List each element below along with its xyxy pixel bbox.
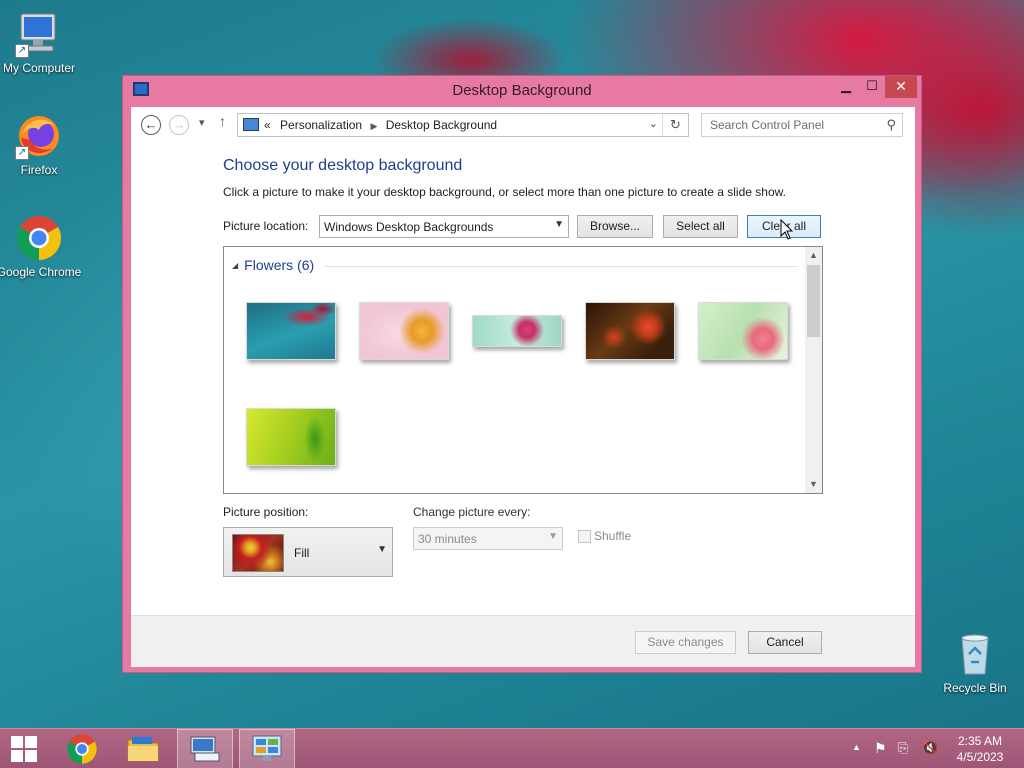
scroll-up-icon[interactable]: ▲	[805, 247, 822, 264]
group-label: Flowers (6)	[244, 257, 315, 273]
desktop-icon-firefox[interactable]: ↗ Firefox	[0, 112, 82, 178]
page-description: Click a picture to make it your desktop …	[223, 185, 786, 199]
search-input[interactable]: Search Control Panel	[710, 118, 824, 132]
navigation-bar: ← → ▾ ↑ « Personalization ▶ Desktop Back…	[131, 107, 915, 143]
group-header-flowers[interactable]: ◢ Flowers (6)	[232, 257, 314, 273]
breadcrumb-desktop-background[interactable]: Desktop Background	[386, 118, 497, 132]
wallpaper-thumbnail-1[interactable]	[246, 302, 336, 360]
scroll-down-icon[interactable]: ▼	[805, 476, 822, 493]
back-button[interactable]: ←	[141, 115, 161, 135]
desktop-icon-label: Firefox	[20, 163, 58, 177]
action-center-flag-icon[interactable]: ⚑	[874, 740, 887, 757]
save-changes-button[interactable]: Save changes	[635, 631, 736, 654]
folder-icon	[127, 737, 159, 762]
picture-location-select[interactable]: Windows Desktop Backgrounds ▼	[319, 215, 569, 238]
search-box[interactable]: Search Control Panel ⚲	[701, 113, 903, 137]
chevron-down-icon: ▼	[548, 531, 558, 542]
cancel-button[interactable]: Cancel	[748, 631, 822, 654]
taskbar: ▲ ⚑ ⎘ 🔇 2:35 AM 4/5/2023	[0, 728, 1024, 768]
breadcrumb: « Personalization ▶ Desktop Background	[264, 118, 497, 132]
title-bar[interactable]: Desktop Background ▁ ☐ ✕	[123, 76, 921, 106]
chrome-icon	[15, 214, 63, 262]
maximize-button[interactable]: ☐	[859, 76, 885, 98]
close-button[interactable]: ✕	[885, 76, 917, 98]
desktop-icon-label: Google Chrome	[0, 265, 82, 279]
minimize-button[interactable]: ▁	[833, 76, 859, 98]
address-bar[interactable]: « Personalization ▶ Desktop Background ⌄…	[237, 113, 689, 137]
desktop-icon-google-chrome[interactable]: Google Chrome	[0, 214, 82, 280]
scrollbar-thumb[interactable]	[807, 265, 820, 337]
recycle-bin-icon	[951, 630, 999, 678]
position-preview-image	[232, 534, 284, 572]
taskbar-control-panel[interactable]	[239, 729, 295, 768]
firefox-icon: ↗	[15, 112, 63, 160]
picture-position-value: Fill	[294, 546, 310, 560]
network-icon[interactable]: ⎘	[898, 740, 908, 756]
wallpaper-thumbnail-2[interactable]	[359, 302, 449, 360]
forward-arrow-icon: →	[172, 117, 186, 132]
control-panel-icon	[252, 735, 282, 761]
clock-time[interactable]: 2:35 AM	[948, 734, 1012, 748]
show-hidden-icons-button[interactable]: ▲	[852, 742, 861, 752]
desktop-icon-label: My Computer	[2, 61, 76, 75]
chevron-down-icon: ▼	[554, 219, 564, 230]
keyboard-icon	[190, 736, 220, 762]
desktop-icon-my-computer[interactable]: ↗ My Computer	[0, 10, 82, 76]
taskbar-on-screen-keyboard[interactable]	[177, 729, 233, 768]
taskbar-chrome[interactable]	[54, 729, 110, 768]
picture-position-select[interactable]: Fill ▼	[223, 527, 393, 577]
address-dropdown-button[interactable]: ⌄	[649, 117, 658, 130]
gallery-scrollbar[interactable]: ▲ ▼	[805, 247, 822, 493]
desktop-icon-recycle-bin[interactable]: Recycle Bin	[932, 630, 1018, 696]
window-client-area: ← → ▾ ↑ « Personalization ▶ Desktop Back…	[131, 107, 915, 667]
desktop-background-window: Desktop Background ▁ ☐ ✕ ← → ▾ ↑ « Perso…	[122, 75, 922, 673]
minimize-icon: ▁	[841, 78, 851, 93]
back-arrow-icon: ←	[144, 117, 158, 132]
taskbar-file-explorer[interactable]	[115, 729, 171, 768]
windows-logo-icon	[11, 736, 37, 762]
page-title: Choose your desktop background	[223, 157, 463, 174]
close-icon: ✕	[895, 78, 907, 94]
dialog-footer: Save changes Cancel	[131, 615, 915, 667]
change-picture-value: 30 minutes	[418, 532, 477, 546]
wallpaper-thumbnail-4[interactable]	[585, 302, 675, 360]
computer-icon: ↗	[15, 10, 63, 58]
shuffle-checkbox[interactable]	[578, 530, 591, 543]
window-title: Desktop Background	[452, 82, 592, 99]
breadcrumb-separator-icon[interactable]: ▶	[370, 121, 377, 131]
shuffle-label: Shuffle	[594, 529, 632, 543]
shortcut-arrow-icon: ↗	[15, 44, 29, 58]
maximize-icon: ☐	[866, 78, 878, 93]
change-picture-label: Change picture every:	[413, 505, 531, 519]
refresh-icon: ↻	[670, 117, 681, 132]
picture-position-label: Picture position:	[223, 505, 309, 519]
control-panel-icon	[243, 118, 259, 131]
refresh-button[interactable]: ↻	[662, 114, 688, 136]
desktop-icon-label: Recycle Bin	[943, 681, 1007, 695]
chrome-icon	[67, 734, 97, 764]
change-picture-select[interactable]: 30 minutes ▼	[413, 527, 563, 550]
up-button[interactable]: ↑	[219, 113, 226, 129]
forward-button[interactable]: →	[169, 115, 189, 135]
recent-locations-button[interactable]: ▾	[199, 116, 205, 129]
group-divider	[324, 266, 798, 267]
browse-button[interactable]: Browse...	[577, 215, 653, 238]
picture-location-label: Picture location:	[223, 219, 309, 233]
wallpaper-thumbnail-5[interactable]	[698, 302, 788, 360]
breadcrumb-overflow[interactable]: «	[264, 118, 271, 132]
chevron-down-icon: ▼	[377, 544, 387, 555]
clock-date[interactable]: 4/5/2023	[948, 750, 1012, 764]
search-icon[interactable]: ⚲	[886, 117, 896, 133]
wallpaper-thumbnail-6[interactable]	[246, 408, 336, 466]
picture-location-value: Windows Desktop Backgrounds	[324, 220, 494, 234]
picture-gallery[interactable]: ◢ Flowers (6) ▲ ▼	[223, 246, 823, 494]
start-button[interactable]	[0, 729, 48, 768]
select-all-button[interactable]: Select all	[663, 215, 738, 238]
shortcut-arrow-icon: ↗	[15, 146, 29, 160]
collapse-triangle-icon[interactable]: ◢	[232, 261, 238, 270]
breadcrumb-personalization[interactable]: Personalization	[280, 118, 362, 132]
wallpaper-thumbnail-3[interactable]	[472, 315, 562, 347]
volume-muted-icon[interactable]: 🔇	[922, 740, 938, 756]
